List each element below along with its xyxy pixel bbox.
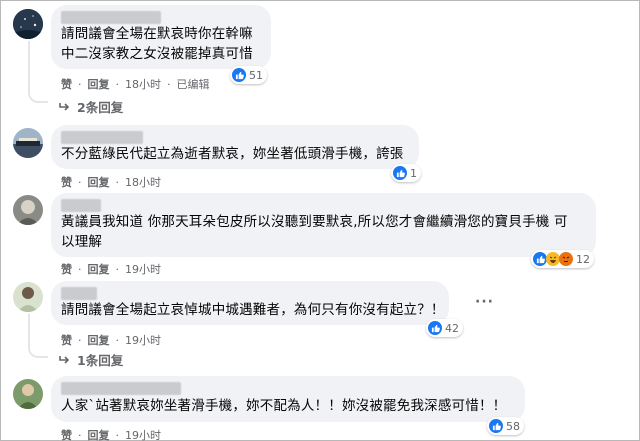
reaction-summary[interactable]: 51 bbox=[230, 66, 267, 84]
comment-bubble: 人家`站著默哀妳坐著滑手機，妳不配為人！！妳沒被罷免我深感可惜！！ bbox=[51, 376, 525, 422]
separator: · bbox=[78, 428, 82, 441]
comment-text-line: 中二沒家教之女沒被罷掉真可惜 bbox=[61, 46, 253, 62]
reply-link[interactable]: 回复 bbox=[88, 174, 110, 190]
reaction-count: 1 bbox=[410, 166, 417, 180]
timestamp[interactable]: 18小时 bbox=[125, 76, 161, 92]
commenter-name-blurred[interactable] bbox=[61, 11, 161, 24]
reaction-summary[interactable]: 1 bbox=[391, 164, 421, 182]
like-link[interactable]: 赞 bbox=[61, 332, 72, 348]
commenter-name-blurred[interactable] bbox=[61, 199, 101, 212]
reaction-summary[interactable]: 58 bbox=[487, 417, 524, 435]
comment-actions: 赞 · 回复 · 19小时 bbox=[61, 427, 161, 441]
like-icon bbox=[393, 166, 407, 180]
comment-text-line: 請問議會全場起立哀悼城中城遇難者，為何只有你沒有起立？！ bbox=[61, 302, 445, 318]
avatar[interactable] bbox=[13, 128, 43, 158]
reply-link[interactable]: 回复 bbox=[88, 76, 110, 92]
reply-link[interactable]: 回复 bbox=[88, 332, 110, 348]
thread-connector bbox=[28, 41, 48, 103]
comment-bubble: 請問議會全場在默哀時你在幹嘛 中二沒家教之女沒被罷掉真可惜 bbox=[51, 5, 271, 69]
avatar-image bbox=[13, 282, 43, 312]
view-replies-link[interactable]: 1条回复 bbox=[59, 350, 123, 369]
separator: · bbox=[78, 262, 82, 276]
comment-actions: 赞 · 回复 · 18小时 · 已编辑 bbox=[61, 76, 210, 92]
reaction-count: 42 bbox=[445, 321, 459, 335]
separator: · bbox=[115, 77, 120, 91]
comment-text-line: 請問議會全場在默哀時你在幹嘛 bbox=[61, 26, 253, 42]
avatar-image bbox=[13, 195, 43, 225]
edited-label[interactable]: 已编辑 bbox=[177, 76, 210, 92]
reply-arrow-icon bbox=[59, 102, 70, 111]
reaction-count: 12 bbox=[576, 252, 590, 266]
haha-icon bbox=[546, 252, 560, 266]
more-options-icon[interactable]: ··· bbox=[475, 294, 494, 310]
replies-label: 2条回复 bbox=[77, 100, 124, 115]
comment-section: 請問議會全場在默哀時你在幹嘛 中二沒家教之女沒被罷掉真可惜 51 赞 · 回复 … bbox=[0, 0, 640, 441]
avatar[interactable] bbox=[13, 9, 43, 39]
like-link[interactable]: 赞 bbox=[61, 427, 72, 441]
replies-label: 1条回复 bbox=[77, 353, 124, 368]
avatar-image bbox=[13, 128, 43, 158]
avatar[interactable] bbox=[13, 282, 43, 312]
like-link[interactable]: 赞 bbox=[61, 174, 72, 190]
thread-connector bbox=[28, 314, 48, 358]
timestamp[interactable]: 19小时 bbox=[125, 261, 161, 277]
comment-text-line: 黃議員我知道 你那天耳朵包皮所以沒聽到要默哀,所以您才會繼續滑您的寶貝手機 可 bbox=[61, 214, 568, 230]
timestamp[interactable]: 18小时 bbox=[125, 174, 161, 190]
reaction-summary[interactable]: 42 bbox=[426, 319, 463, 337]
comment-text-line: 以理解 bbox=[61, 234, 103, 250]
like-link[interactable]: 赞 bbox=[61, 76, 72, 92]
like-icon bbox=[489, 419, 503, 433]
separator: · bbox=[78, 333, 82, 347]
avatar[interactable] bbox=[13, 195, 43, 225]
avatar-image bbox=[13, 9, 43, 39]
reply-link[interactable]: 回复 bbox=[88, 261, 110, 277]
like-link[interactable]: 赞 bbox=[61, 261, 72, 277]
separator: · bbox=[115, 262, 120, 276]
separator: · bbox=[115, 175, 120, 189]
reaction-count: 58 bbox=[506, 419, 520, 433]
separator: · bbox=[115, 333, 120, 347]
comment-bubble: 請問議會全場起立哀悼城中城遇難者，為何只有你沒有起立？！ bbox=[51, 281, 449, 325]
avatar[interactable] bbox=[13, 379, 43, 409]
separator: · bbox=[167, 77, 171, 91]
timestamp[interactable]: 19小时 bbox=[125, 332, 161, 348]
like-icon bbox=[533, 252, 547, 266]
comment-text-line: 不分藍綠民代起立為逝者默哀，妳坐著低頭滑手機，誇張 bbox=[61, 146, 404, 162]
view-replies-link[interactable]: 2条回复 bbox=[59, 97, 123, 116]
reply-arrow-icon bbox=[59, 355, 70, 364]
reply-link[interactable]: 回复 bbox=[88, 427, 110, 441]
commenter-name-blurred[interactable] bbox=[61, 382, 181, 395]
avatar-image bbox=[13, 379, 43, 409]
reaction-summary[interactable]: 12 bbox=[531, 250, 594, 268]
separator: · bbox=[78, 77, 82, 91]
commenter-name-blurred[interactable] bbox=[61, 131, 143, 144]
comment-actions: 赞 · 回复 · 19小时 bbox=[61, 332, 161, 348]
commenter-name-blurred[interactable] bbox=[61, 287, 97, 300]
comment-text-line: 人家`站著默哀妳坐著滑手機，妳不配為人！！妳沒被罷免我深感可惜！！ bbox=[61, 398, 507, 414]
reaction-count: 51 bbox=[249, 68, 263, 82]
comment-actions: 赞 · 回复 · 18小时 bbox=[61, 174, 161, 190]
like-icon bbox=[232, 68, 246, 82]
like-icon bbox=[428, 321, 442, 335]
comment-bubble: 黃議員我知道 你那天耳朵包皮所以沒聽到要默哀,所以您才會繼續滑您的寶貝手機 可 … bbox=[51, 193, 596, 257]
separator: · bbox=[78, 175, 82, 189]
separator: · bbox=[115, 428, 120, 441]
comment-actions: 赞 · 回复 · 19小时 bbox=[61, 261, 161, 277]
timestamp[interactable]: 19小时 bbox=[125, 427, 161, 441]
comment-bubble: 不分藍綠民代起立為逝者默哀，妳坐著低頭滑手機，誇張 bbox=[51, 125, 419, 169]
angry-icon bbox=[559, 252, 573, 266]
